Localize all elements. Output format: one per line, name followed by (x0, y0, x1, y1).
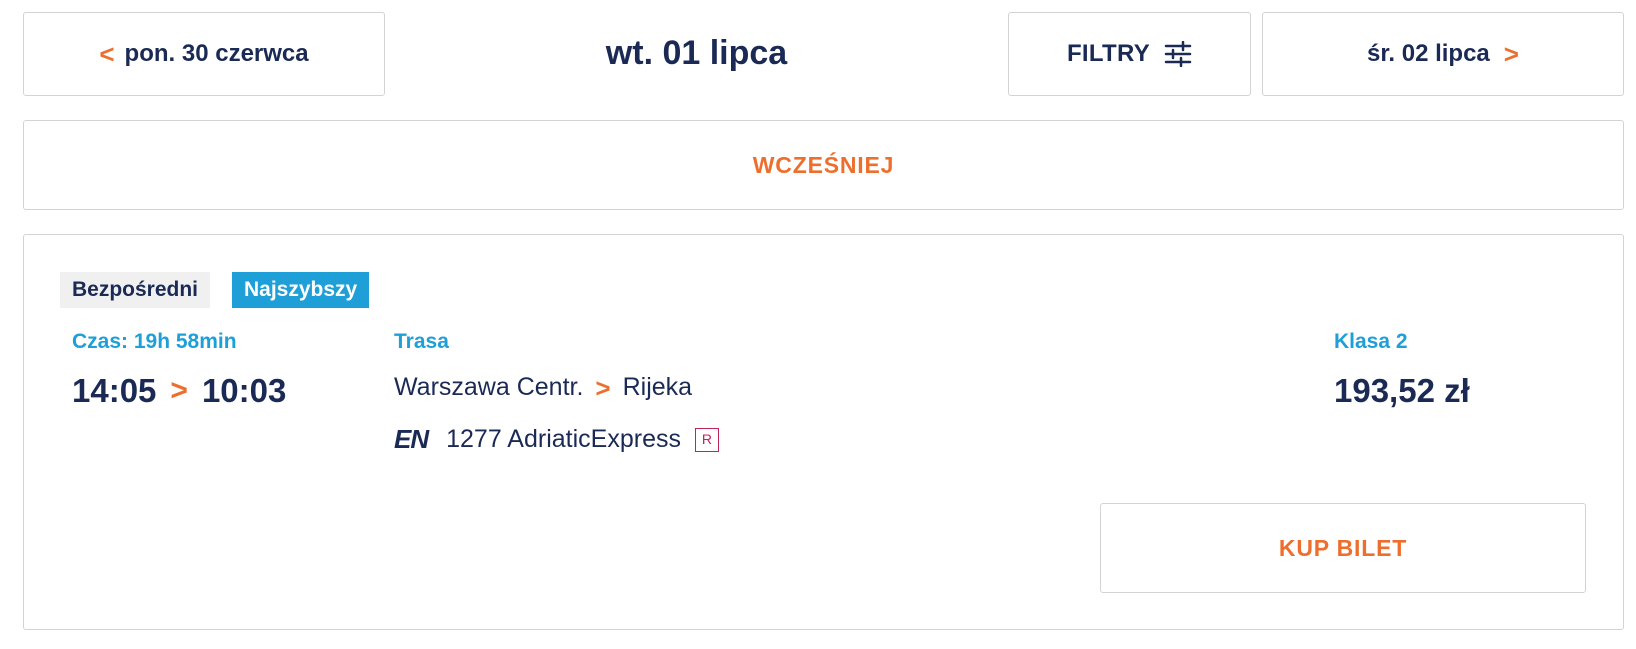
chevron-right-icon: > (170, 374, 188, 407)
previous-day-button[interactable]: < pon. 30 czerwca (23, 12, 385, 96)
filters-button[interactable]: FILTRY (1008, 12, 1251, 96)
direct-badge: Bezpośredni (60, 272, 211, 308)
origin-station: Warszawa Centr. (394, 373, 584, 401)
current-date-title: wt. 01 lipca (605, 34, 788, 72)
previous-day-label: pon. 30 czerwca (124, 40, 309, 67)
filters-label: FILTRY (1066, 40, 1151, 67)
ticket-price: 193,52 zł (1334, 372, 1470, 409)
train-name: 1277 AdriaticExpress (446, 425, 681, 453)
fastest-badge: Najszybszy (232, 272, 370, 308)
buy-ticket-button[interactable]: KUP BILET (1100, 503, 1586, 593)
earlier-label: WCZEŚNIEJ (752, 151, 895, 178)
sliders-icon (1164, 41, 1192, 67)
chevron-right-icon: > (1503, 39, 1519, 69)
train-info: EN 1277 AdriaticExpress R (394, 424, 719, 455)
chevron-left-icon: < (99, 39, 115, 69)
route-label: Trasa (394, 330, 449, 353)
chevron-right-icon: > (595, 372, 611, 403)
route-stations: Warszawa Centr. > Rijeka (394, 373, 692, 402)
destination-station: Rijeka (622, 373, 693, 401)
duration-label: Czas: 19h 58min (72, 330, 237, 353)
departure-arrival-times: 14:05 > 10:03 (72, 372, 286, 410)
next-day-label: śr. 02 lipca (1367, 40, 1490, 67)
next-day-button[interactable]: śr. 02 lipca > (1262, 12, 1624, 96)
earlier-button[interactable]: WCZEŚNIEJ (23, 120, 1624, 210)
class-label: Klasa 2 (1334, 330, 1408, 353)
en-carrier-logo: EN (394, 424, 429, 454)
departure-time: 14:05 (72, 372, 157, 409)
buy-ticket-label: KUP BILET (1278, 534, 1408, 561)
reservation-icon: R (694, 427, 719, 452)
arrival-time: 10:03 (201, 372, 287, 409)
